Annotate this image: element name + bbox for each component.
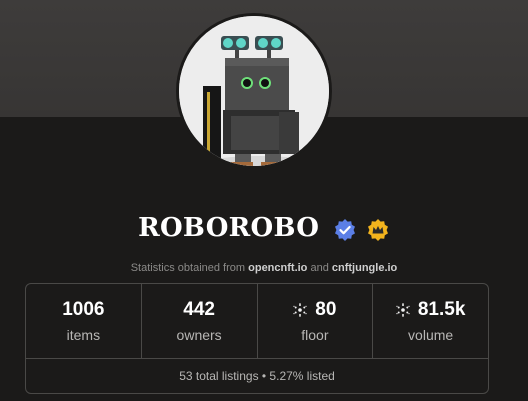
stat-floor: 80 floor <box>258 284 374 358</box>
cardano-icon <box>293 303 307 317</box>
stat-owners-value: 442 <box>183 299 215 320</box>
stat-items-value: 1006 <box>62 299 105 320</box>
statistics-source-prefix: Statistics obtained from <box>130 262 246 274</box>
stat-floor-label: floor <box>301 327 329 343</box>
crown-badge-icon <box>367 219 388 241</box>
stat-volume-value: 81.5k <box>417 299 466 320</box>
listings-summary: 53 total listings • 5.27% listed <box>179 369 335 383</box>
stat-items: 1006 items <box>26 284 142 358</box>
cardano-icon <box>396 303 410 317</box>
stat-owners: 442 owners <box>142 284 258 358</box>
collection-title-row: ROBOROBO <box>0 213 528 244</box>
stat-floor-value: 80 <box>315 299 337 320</box>
statistics-source: Statistics obtained from opencnft.io and… <box>0 262 528 274</box>
stat-owners-label: owners <box>176 327 222 343</box>
stat-volume-label: volume <box>408 327 454 343</box>
stat-volume: 81.5k volume <box>373 284 488 358</box>
cnftjungle-link[interactable]: cnftjungle.io <box>332 262 397 274</box>
collection-name: ROBOROBO <box>138 213 320 243</box>
stats-cells: 1006 items 442 owners 80 floor 81.5k vol… <box>26 284 488 359</box>
collection-avatar <box>176 13 332 169</box>
stats-card: 1006 items 442 owners 80 floor 81.5k vol… <box>25 283 489 394</box>
verified-badge-icon <box>334 219 355 241</box>
statistics-source-and: and <box>310 262 329 274</box>
opencnft-link[interactable]: opencnft.io <box>248 262 307 274</box>
robot-avatar-image <box>179 16 329 166</box>
collection-badges <box>333 214 390 244</box>
stat-items-label: items <box>66 327 101 343</box>
